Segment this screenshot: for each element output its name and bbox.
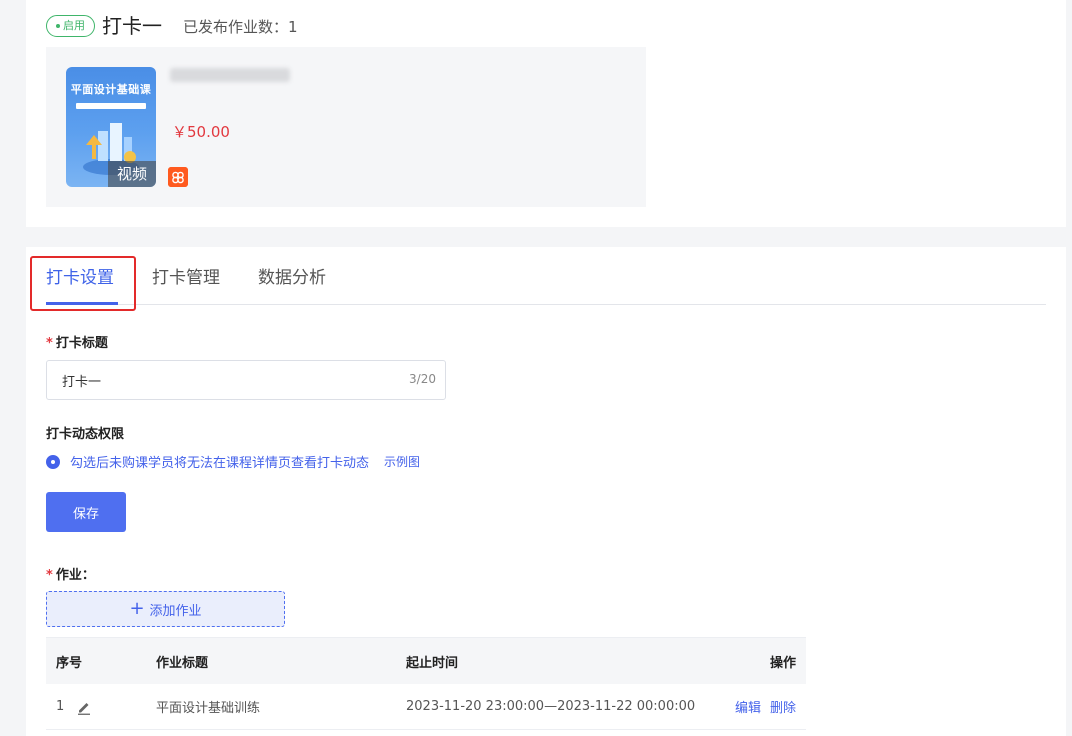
example-image-link[interactable]: 示例图 [384,453,420,470]
tab-divider [46,304,1046,305]
title-char-count: 3/20 [409,372,436,386]
row-time: 2023-11-20 23:00:00—2023-11-22 00:00:00 [406,699,696,714]
course-item: 平面设计基础课 视频 ￥50.00 [46,47,646,207]
tab-checkin-management[interactable]: 打卡管理 [152,264,220,292]
header-index: 序号 [56,655,83,671]
plus-icon: + [129,598,145,619]
table-header: 序号 作业标题 起止时间 操作 [46,637,806,684]
thumbnail-type-tag: 视频 [108,161,156,187]
highlight-box [30,256,136,311]
row-index-cell: 1 [56,684,92,729]
table-row: 1 平面设计基础训练 2023-11-20 23:00:00—2023-11-2… [46,684,806,730]
thumbnail-title: 平面设计基础课 [70,83,152,96]
delete-link[interactable]: 删除 [770,697,796,716]
title-field-label: * 打卡标题 [46,336,108,351]
permission-option-text: 勾选后未购课学员将无法在课程详情页查看打卡动态 [70,456,370,471]
status-badge-label: 启用 [63,19,85,32]
course-thumbnail[interactable]: 平面设计基础课 视频 [66,67,156,187]
save-button[interactable]: 保存 [46,492,126,532]
status-dot-icon [56,24,60,28]
tab-data-analysis[interactable]: 数据分析 [258,264,326,292]
course-name-blurred [170,68,290,82]
required-mark: * [46,336,53,351]
add-task-label: 添加作业 [149,603,202,619]
header-time: 起止时间 [406,655,459,671]
edit-link[interactable]: 编辑 [735,697,761,716]
task-table: 序号 作业标题 起止时间 操作 1 平面设计基础训练 2023-11-20 23… [46,637,806,730]
permission-option[interactable]: 勾选后未购课学员将无法在课程详情页查看打卡动态 示例图 [46,452,420,471]
title-field: 3/20 [46,360,446,400]
page-title: 打卡一 [102,14,162,38]
row-actions: 编辑 删除 [726,684,796,729]
header-actions: 操作 [769,655,796,671]
store-icon [168,167,188,187]
header-title: 作业标题 [156,655,209,671]
row-index: 1 [56,699,65,714]
checked-radio-icon[interactable] [46,454,60,469]
course-price: ￥50.00 [172,123,230,141]
status-badge: 启用 [46,15,95,37]
tasks-label: * 作业： [46,568,95,583]
pencil-icon[interactable] [76,699,92,715]
thumbnail-subtitle-bar [76,103,146,109]
title-input[interactable] [62,370,382,390]
required-mark: * [46,568,53,583]
row-title: 平面设计基础训练 [156,701,261,716]
add-task-button[interactable]: + 添加作业 [46,591,285,627]
published-count: 已发布作业数：1 [183,18,298,36]
permission-label: 打卡动态权限 [46,427,125,442]
